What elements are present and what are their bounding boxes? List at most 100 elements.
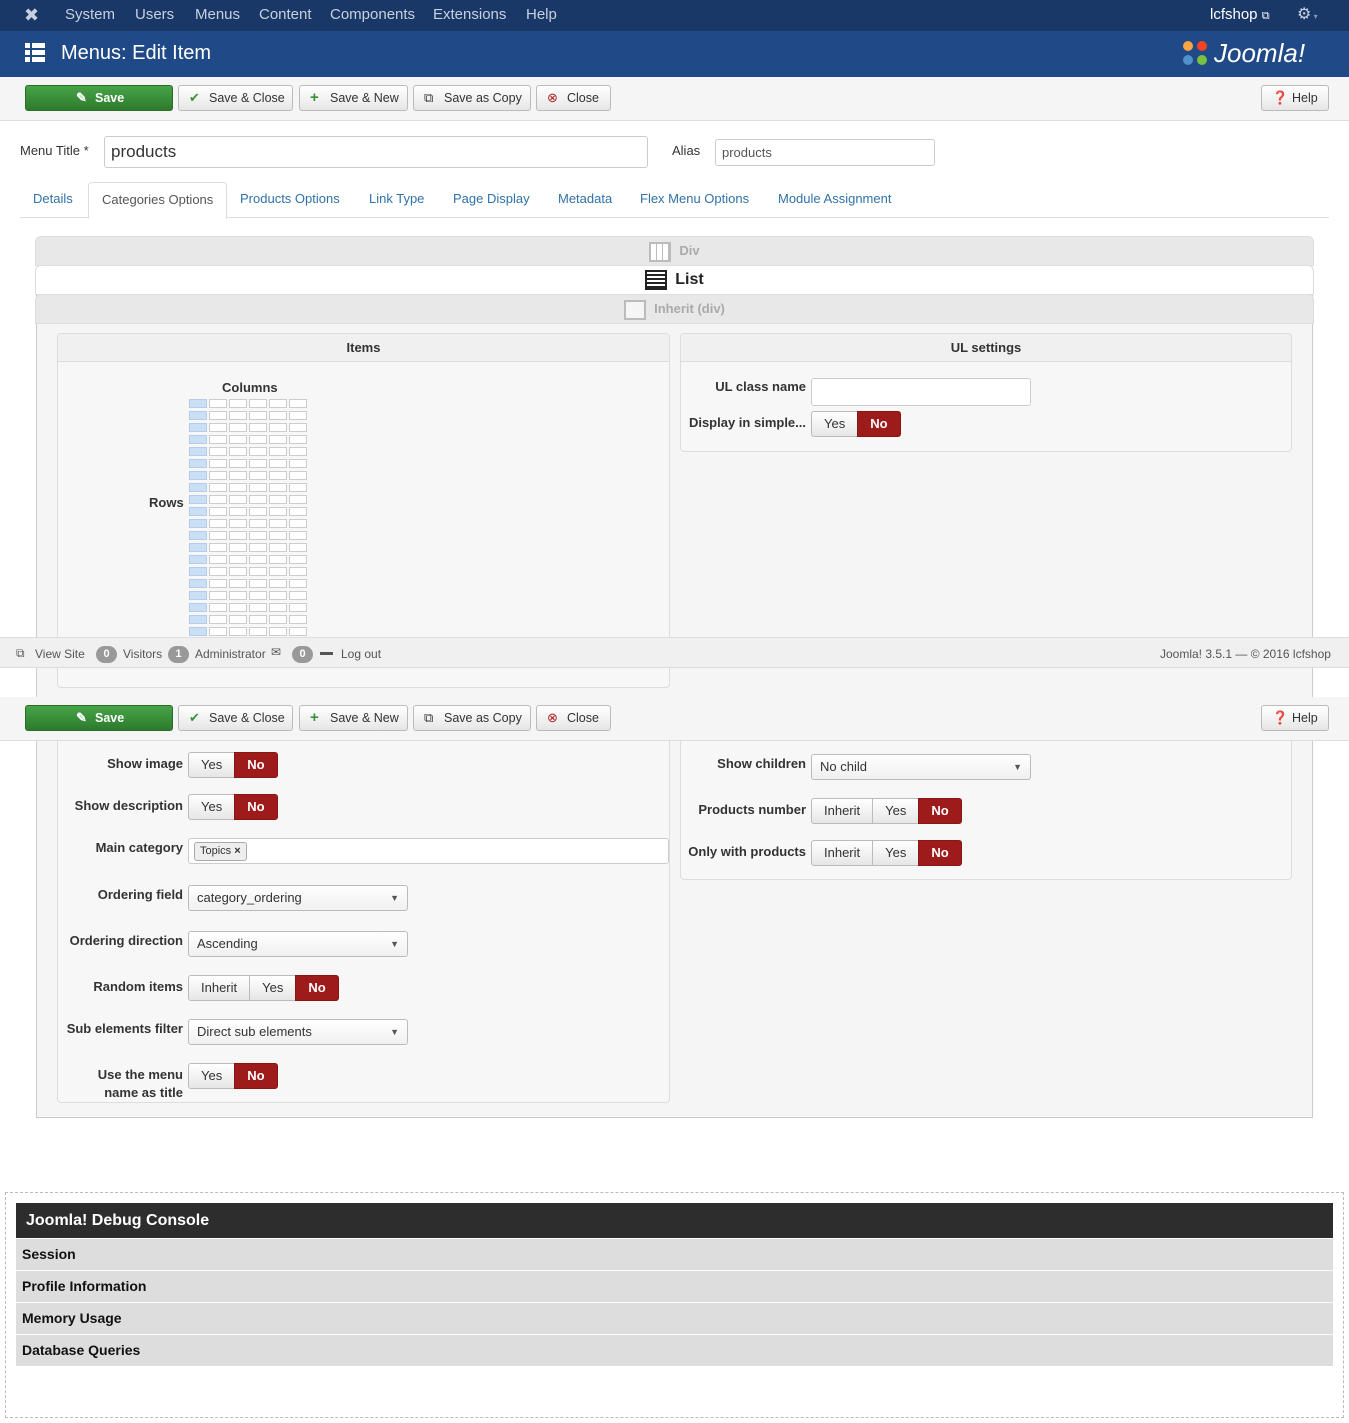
nav-help[interactable]: Help xyxy=(526,6,557,23)
products-number-yes[interactable]: Yes xyxy=(872,798,920,824)
grid-cell[interactable] xyxy=(269,579,287,588)
grid-cell[interactable] xyxy=(249,603,267,612)
products-number-no[interactable]: No xyxy=(918,798,962,824)
grid-cell[interactable] xyxy=(269,531,287,540)
grid-cell[interactable] xyxy=(289,627,307,636)
grid-cell[interactable] xyxy=(289,579,307,588)
grid-cell[interactable] xyxy=(229,531,247,540)
grid-cell[interactable] xyxy=(289,567,307,576)
grid-cell[interactable] xyxy=(269,591,287,600)
grid-cell[interactable] xyxy=(189,555,207,564)
grid-cell[interactable] xyxy=(249,483,267,492)
grid-cell[interactable] xyxy=(189,447,207,456)
tab-categories-options[interactable]: Categories Options xyxy=(88,182,228,219)
show-description-yes[interactable]: Yes xyxy=(188,794,236,820)
grid-cell[interactable] xyxy=(209,399,227,408)
layout-option-inherit[interactable]: Inherit (div) xyxy=(35,294,1314,324)
grid-cell[interactable] xyxy=(229,411,247,420)
site-link[interactable]: lcfshop ⧉ xyxy=(1210,6,1270,23)
grid-cell[interactable] xyxy=(289,555,307,564)
layout-option-div[interactable]: Div xyxy=(35,236,1314,266)
grid-cell[interactable] xyxy=(189,519,207,528)
grid-cell[interactable] xyxy=(189,435,207,444)
display-simple-yes[interactable]: Yes xyxy=(811,411,859,437)
grid-cell[interactable] xyxy=(289,411,307,420)
grid-cell[interactable] xyxy=(269,411,287,420)
grid-cell[interactable] xyxy=(249,519,267,528)
save-button[interactable]: ✎ Save xyxy=(25,85,173,111)
grid-cell[interactable] xyxy=(289,471,307,480)
grid-cell[interactable] xyxy=(209,495,227,504)
logout-link[interactable]: Log out xyxy=(341,647,381,661)
grid-cell[interactable] xyxy=(209,459,227,468)
main-category-input[interactable]: Topics × xyxy=(188,838,669,864)
grid-cell[interactable] xyxy=(269,519,287,528)
use-menu-name-no[interactable]: No xyxy=(234,1063,278,1089)
grid-cell[interactable] xyxy=(229,543,247,552)
grid-cell[interactable] xyxy=(209,627,227,636)
grid-cell[interactable] xyxy=(209,483,227,492)
grid-cell[interactable] xyxy=(229,555,247,564)
grid-cell[interactable] xyxy=(249,495,267,504)
ordering-field-select[interactable]: category_ordering ▼ xyxy=(188,885,408,911)
grid-cell[interactable] xyxy=(269,459,287,468)
save-close-button[interactable]: ✔ Save & Close xyxy=(178,705,293,731)
grid-cell[interactable] xyxy=(289,603,307,612)
gear-icon[interactable]: ⚙ ▾ xyxy=(1297,4,1318,24)
help-button[interactable]: ❓ Help xyxy=(1261,705,1329,731)
nav-users[interactable]: Users xyxy=(135,6,174,23)
grid-cell[interactable] xyxy=(209,543,227,552)
debug-memory-usage[interactable]: Memory Usage xyxy=(16,1303,1333,1334)
grid-cell[interactable] xyxy=(189,507,207,516)
grid-cell[interactable] xyxy=(229,459,247,468)
only-with-products-inherit[interactable]: Inherit xyxy=(811,840,874,866)
alias-input[interactable]: products xyxy=(715,139,935,166)
grid-cell[interactable] xyxy=(209,423,227,432)
save-new-button[interactable]: + Save & New xyxy=(299,85,408,111)
grid-cell[interactable] xyxy=(249,507,267,516)
grid-cell[interactable] xyxy=(229,627,247,636)
grid-cell[interactable] xyxy=(289,507,307,516)
grid-cell[interactable] xyxy=(189,579,207,588)
sub-elements-filter-select[interactable]: Direct sub elements ▼ xyxy=(188,1019,408,1045)
grid-cell[interactable] xyxy=(189,543,207,552)
grid-cell[interactable] xyxy=(229,483,247,492)
show-description-no[interactable]: No xyxy=(234,794,278,820)
grid-cell[interactable] xyxy=(269,555,287,564)
grid-cell[interactable] xyxy=(289,591,307,600)
save-button[interactable]: ✎ Save xyxy=(25,705,173,731)
show-image-no[interactable]: No xyxy=(234,752,278,778)
grid-cell[interactable] xyxy=(269,483,287,492)
show-children-select[interactable]: No child ▼ xyxy=(811,754,1031,780)
grid-cell[interactable] xyxy=(269,471,287,480)
grid-cell[interactable] xyxy=(209,507,227,516)
grid-cell[interactable] xyxy=(249,459,267,468)
grid-cell[interactable] xyxy=(189,495,207,504)
close-button[interactable]: ⊗ Close xyxy=(536,705,611,731)
grid-cell[interactable] xyxy=(189,471,207,480)
tab-link-type[interactable]: Link Type xyxy=(356,182,437,218)
grid-cell[interactable] xyxy=(189,627,207,636)
grid-cell[interactable] xyxy=(269,627,287,636)
grid-cell[interactable] xyxy=(209,519,227,528)
grid-cell[interactable] xyxy=(189,411,207,420)
nav-extensions[interactable]: Extensions xyxy=(433,6,506,23)
grid-cell[interactable] xyxy=(229,471,247,480)
save-close-button[interactable]: ✔ Save & Close xyxy=(178,85,293,111)
grid-cell[interactable] xyxy=(229,399,247,408)
grid-cell[interactable] xyxy=(289,543,307,552)
tab-products-options[interactable]: Products Options xyxy=(227,182,353,218)
grid-cell[interactable] xyxy=(229,447,247,456)
remove-tag-icon[interactable]: × xyxy=(234,845,240,857)
random-items-no[interactable]: No xyxy=(295,975,339,1001)
grid-cell[interactable] xyxy=(189,483,207,492)
grid-cell[interactable] xyxy=(209,531,227,540)
close-button[interactable]: ⊗ Close xyxy=(536,85,611,111)
view-site-link[interactable]: View Site xyxy=(35,647,85,661)
grid-cell[interactable] xyxy=(209,579,227,588)
grid-cell[interactable] xyxy=(229,603,247,612)
only-with-products-yes[interactable]: Yes xyxy=(872,840,920,866)
tab-page-display[interactable]: Page Display xyxy=(440,182,543,218)
grid-cell[interactable] xyxy=(209,471,227,480)
layout-option-list[interactable]: List xyxy=(35,265,1314,295)
